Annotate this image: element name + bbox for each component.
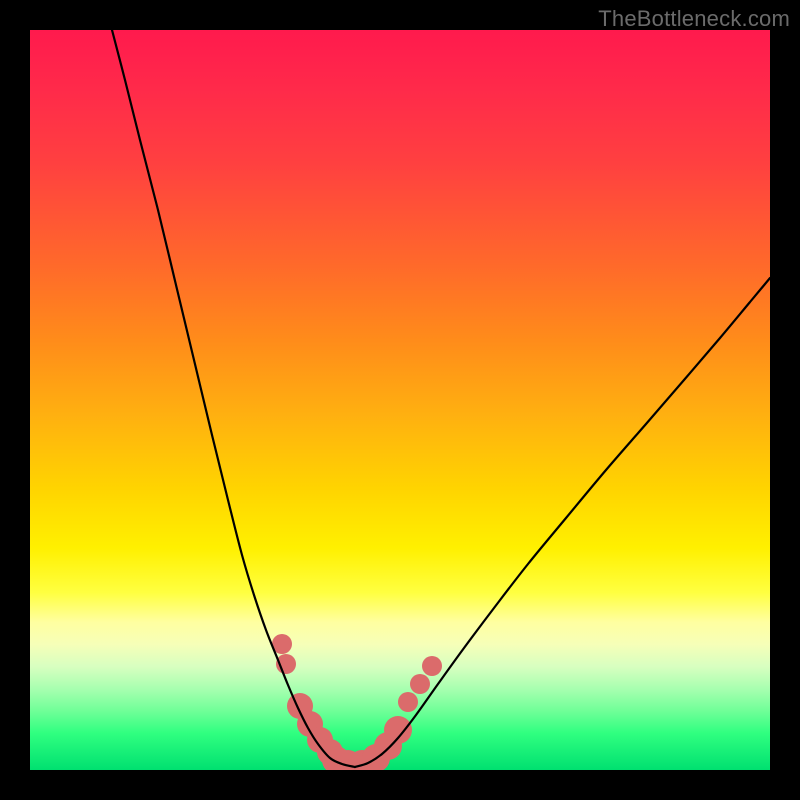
chart-frame: TheBottleneck.com [0, 0, 800, 800]
curve-layer [30, 30, 770, 770]
curve-right-curve [355, 278, 770, 767]
watermark-text: TheBottleneck.com [598, 6, 790, 32]
curve-left-curve [112, 30, 355, 767]
plot-area [30, 30, 770, 770]
